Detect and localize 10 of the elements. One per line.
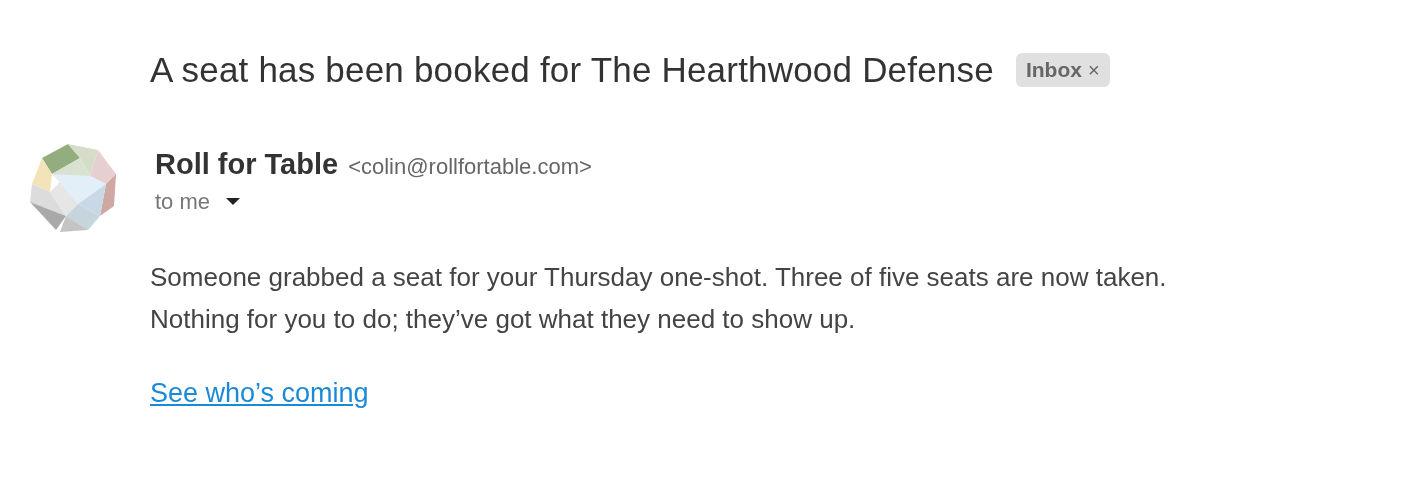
inbox-label: Inbox × — [1015, 53, 1110, 87]
recipient-text: to me — [155, 189, 211, 215]
sender-email: <colin@rollfortable.com> — [348, 154, 592, 180]
see-attendees-link[interactable]: See who’s coming — [150, 378, 369, 409]
sender-name: Roll for Table — [155, 148, 339, 181]
body-text: Nothing for you to do; they’ve got what they need to show up. — [150, 303, 857, 336]
email-subject: A seat has been booked for The Hearthwood Defense — [150, 50, 994, 90]
body-text: Someone grabbed a seat for your Thursday one-shot. Three of five seats are now taken. — [150, 261, 1168, 294]
caret-icon[interactable] — [226, 198, 241, 206]
remove-label-button[interactable]: × — [1087, 58, 1100, 82]
